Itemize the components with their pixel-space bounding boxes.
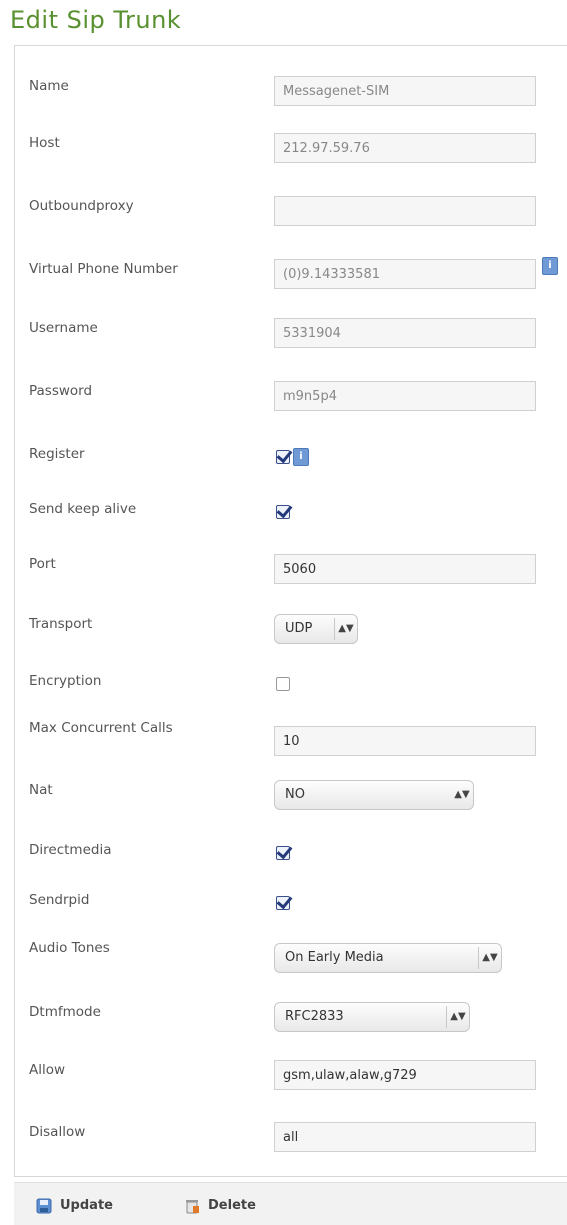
audio-tones-select[interactable]: On Early Media ▲▼ (274, 943, 502, 973)
trash-icon (186, 1200, 199, 1214)
form-row-nat: Nat NO ▲▼ (15, 780, 567, 822)
form-row-dtmfmode: Dtmfmode RFC2833 ▲▼ (15, 1002, 567, 1044)
port-input[interactable] (274, 554, 536, 584)
virtual-phone-input[interactable] (274, 259, 536, 289)
form-row-virtual-phone: Virtual Phone Number i (15, 257, 567, 301)
allow-input[interactable] (274, 1060, 536, 1090)
form-row-outboundproxy: Outboundproxy (15, 196, 567, 238)
form-row-directmedia: Directmedia (15, 842, 567, 882)
dtmfmode-select[interactable]: RFC2833 ▲▼ (274, 1002, 470, 1032)
nat-label: Nat (29, 782, 53, 798)
form-row-send-keep-alive: Send keep alive (15, 501, 567, 541)
dtmfmode-label: Dtmfmode (29, 1004, 101, 1020)
transport-value: UDP (285, 621, 313, 636)
transport-select[interactable]: UDP ▲▼ (274, 614, 358, 644)
host-label: Host (29, 135, 60, 151)
disallow-label: Disallow (29, 1124, 86, 1140)
info-icon[interactable]: i (293, 448, 309, 466)
action-bar: Update Delete (14, 1182, 567, 1225)
nat-value: NO (285, 787, 305, 802)
form-row-audio-tones: Audio Tones On Early Media ▲▼ (15, 940, 567, 980)
form-row-register: Register i (15, 446, 567, 486)
form-row-port: Port (15, 554, 567, 596)
register-label: Register (29, 446, 85, 462)
host-input[interactable] (274, 133, 536, 163)
update-label: Update (60, 1198, 113, 1213)
send-keep-alive-checkbox[interactable] (276, 505, 290, 519)
form-row-name: Name (15, 76, 567, 118)
form-row-allow: Allow (15, 1060, 567, 1102)
virtual-phone-label: Virtual Phone Number (29, 261, 178, 277)
nat-select[interactable]: NO ▲▼ (274, 780, 474, 810)
form-row-sendrpid: Sendrpid (15, 892, 567, 932)
send-keep-alive-label: Send keep alive (29, 501, 137, 517)
username-label: Username (29, 320, 98, 336)
page-title: Edit Sip Trunk (10, 6, 182, 34)
chevron-updown-icon: ▲▼ (454, 789, 470, 800)
chevron-updown-icon: ▲▼ (446, 1006, 469, 1028)
form-row-encryption: Encryption (15, 673, 567, 713)
directmedia-checkbox[interactable] (276, 846, 290, 860)
sendrpid-label: Sendrpid (29, 892, 90, 908)
password-label: Password (29, 383, 93, 399)
directmedia-label: Directmedia (29, 842, 112, 858)
update-button[interactable]: Update (36, 1195, 113, 1217)
outboundproxy-label: Outboundproxy (29, 198, 134, 214)
register-checkbox[interactable] (276, 450, 290, 464)
password-input[interactable] (274, 381, 536, 411)
save-icon (36, 1198, 52, 1214)
transport-label: Transport (29, 616, 93, 632)
delete-button[interactable]: Delete (184, 1195, 256, 1217)
name-label: Name (29, 78, 69, 94)
allow-label: Allow (29, 1062, 66, 1078)
encryption-checkbox[interactable] (276, 677, 290, 691)
audio-tones-label: Audio Tones (29, 940, 110, 956)
sendrpid-checkbox[interactable] (276, 896, 290, 910)
info-icon[interactable]: i (542, 257, 558, 275)
form-row-username: Username (15, 318, 567, 360)
outboundproxy-input[interactable] (274, 196, 536, 226)
max-calls-label: Max Concurrent Calls (29, 720, 173, 736)
form-row-disallow: Disallow (15, 1122, 567, 1164)
form-row-host: Host (15, 133, 567, 175)
form-row-max-calls: Max Concurrent Calls (15, 720, 567, 760)
dtmfmode-value: RFC2833 (285, 1009, 344, 1024)
sip-trunk-form: Name Host Outboundproxy Virtual Phone Nu… (14, 45, 567, 1177)
chevron-updown-icon: ▲▼ (478, 947, 501, 969)
name-input[interactable] (274, 76, 536, 106)
disallow-input[interactable] (274, 1122, 536, 1152)
chevron-updown-icon: ▲▼ (334, 618, 357, 640)
delete-label: Delete (208, 1198, 256, 1213)
username-input[interactable] (274, 318, 536, 348)
form-row-password: Password (15, 381, 567, 423)
max-calls-input[interactable] (274, 726, 536, 756)
encryption-label: Encryption (29, 673, 102, 689)
port-label: Port (29, 556, 56, 572)
form-row-transport: Transport UDP ▲▼ (15, 614, 567, 656)
audio-tones-value: On Early Media (285, 950, 384, 965)
